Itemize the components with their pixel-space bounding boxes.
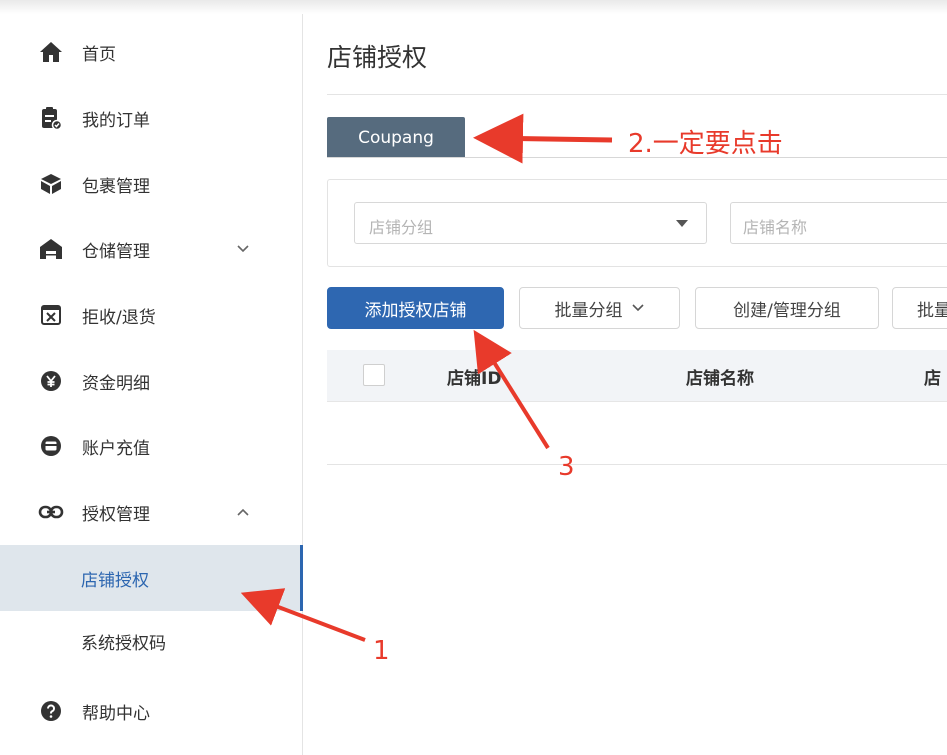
sidebar-item-returns[interactable]: 拒收/退货	[0, 285, 303, 345]
link-icon	[37, 498, 65, 526]
sidebar-item-label: 仓储管理	[82, 241, 150, 262]
sidebar-item-store-authorization[interactable]: 店铺授权	[0, 545, 303, 611]
batch-action-button[interactable]: 批量	[892, 287, 947, 329]
sidebar-item-label: 店铺授权	[81, 570, 149, 591]
page-title: 店铺授权	[327, 43, 428, 72]
package-cube-icon	[37, 170, 65, 198]
sidebar-item-account-recharge[interactable]: 账户充值	[0, 416, 303, 476]
sidebar-item-help-center[interactable]: 帮助中心	[0, 681, 303, 741]
column-header-store-id: 店铺ID	[447, 369, 502, 389]
yen-coin-icon	[37, 367, 65, 395]
annotation-step-2: 2.一定要点击	[628, 129, 783, 159]
table-empty-divider	[327, 464, 947, 465]
sidebar-item-label: 账户充值	[82, 438, 150, 459]
manage-group-button[interactable]: 创建/管理分组	[695, 287, 879, 329]
batch-group-label: 批量分组	[554, 300, 623, 321]
sidebar-item-system-auth-code[interactable]: 系统授权码	[0, 611, 303, 671]
store-name-placeholder: 店铺名称	[743, 218, 808, 237]
sidebar-item-home[interactable]: 首页	[0, 22, 303, 82]
column-header-cut: 店	[924, 369, 941, 389]
caret-down-icon	[676, 220, 688, 227]
store-group-select[interactable]: 店铺分组	[354, 202, 707, 244]
sidebar-item-label: 帮助中心	[82, 703, 150, 724]
filter-panel: 店铺分组 店铺名称	[327, 179, 947, 267]
chevron-up-icon[interactable]	[236, 505, 250, 519]
sidebar-item-label: 包裹管理	[82, 176, 150, 197]
sidebar-item-warehouse[interactable]: 仓储管理	[0, 219, 303, 279]
help-circle-icon	[37, 697, 65, 725]
sidebar-item-authorization[interactable]: 授权管理	[0, 482, 303, 542]
store-group-placeholder: 店铺分组	[369, 218, 434, 237]
tab-coupang[interactable]: Coupang	[327, 117, 465, 158]
batch-group-button[interactable]: 批量分组	[519, 287, 680, 329]
annotation-step-1: 1	[373, 636, 390, 666]
sidebar-item-label: 首页	[82, 44, 116, 65]
home-icon	[37, 38, 65, 66]
return-box-icon	[37, 301, 65, 329]
sidebar-item-label: 系统授权码	[81, 633, 166, 654]
sidebar-item-label: 拒收/退货	[82, 307, 156, 328]
sidebar-item-label: 资金明细	[82, 373, 150, 394]
select-all-checkbox[interactable]	[363, 364, 385, 386]
main-content: 店铺授权 Coupang 店铺分组 店铺名称 添加授权店铺 批量分组 创建/管理…	[303, 14, 947, 755]
chevron-down-icon[interactable]	[236, 242, 250, 256]
chevron-down-icon	[631, 304, 644, 312]
sidebar-item-label: 我的订单	[82, 110, 150, 131]
wallet-icon	[37, 432, 65, 460]
store-name-input[interactable]: 店铺名称	[730, 202, 947, 244]
annotation-step-3: 3	[558, 452, 575, 482]
table-header: 店铺ID 店铺名称 店	[327, 350, 947, 402]
add-authorized-store-button[interactable]: 添加授权店铺	[327, 287, 504, 329]
top-bar-shadow	[0, 0, 947, 14]
sidebar-item-my-orders[interactable]: 我的订单	[0, 88, 303, 148]
divider	[327, 94, 947, 95]
sidebar-item-package-management[interactable]: 包裹管理	[0, 154, 303, 214]
sidebar: 首页 我的订单 包裹管理 仓储管理 拒收/退货 资金明细 账户充值 授权管理 店…	[0, 14, 303, 755]
sidebar-item-label: 授权管理	[82, 504, 150, 525]
column-header-store-name: 店铺名称	[686, 369, 754, 389]
order-clipboard-icon	[37, 104, 65, 132]
warehouse-icon	[37, 235, 65, 263]
sidebar-item-fund-details[interactable]: 资金明细	[0, 351, 303, 411]
